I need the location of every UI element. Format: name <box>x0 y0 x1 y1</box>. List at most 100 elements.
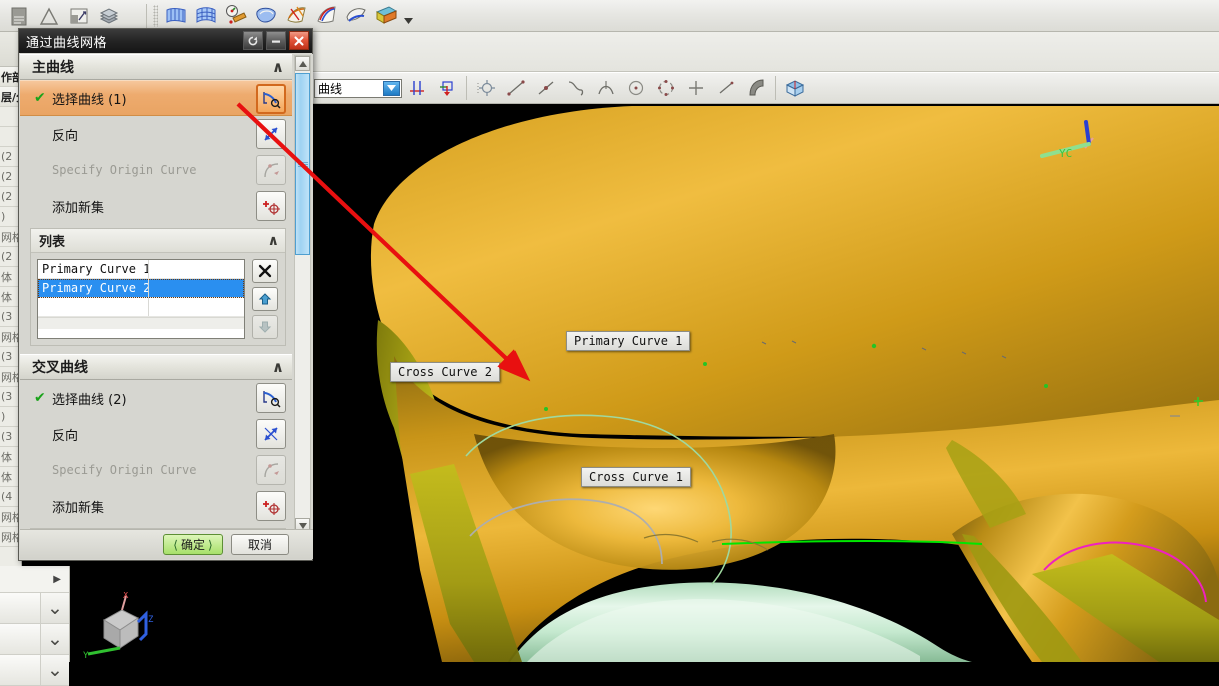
circle-icon[interactable] <box>621 73 651 103</box>
bounded-plane-icon[interactable] <box>311 1 341 31</box>
row-specify-origin-curve-primary: Specify Origin Curve <box>20 152 292 188</box>
solid-box-icon[interactable] <box>780 73 810 103</box>
dialog-body: 主曲线 ∧ ✔ 选择曲线 (1) <box>20 54 313 535</box>
select-curve-icon[interactable] <box>256 84 286 114</box>
datum-axis-icon[interactable] <box>402 73 432 103</box>
bottom-left-panels[interactable]: ▶ ⌄ ⌄ ⌄ <box>0 566 70 662</box>
move-down-button[interactable] <box>252 315 278 339</box>
curve-type-combo[interactable]: 曲线 <box>314 79 402 98</box>
add-new-set-icon[interactable] <box>256 491 286 521</box>
origin-curve-icon <box>256 455 286 485</box>
cancel-label: 取消 <box>248 536 272 553</box>
primary-curve-list-box: 列表 ∧ Primary Curve 1 Primary Curve 2 <box>30 228 286 346</box>
ok-button[interactable]: ⟨ 确定 ⟩ <box>163 534 223 555</box>
collapsed-panel-3[interactable]: ⌄ <box>0 655 69 686</box>
toolbar-overflow-caret[interactable] <box>401 1 415 31</box>
datum-csys-icon[interactable] <box>432 73 462 103</box>
row-reverse-direction-primary[interactable]: 反向 <box>20 116 292 152</box>
move-up-button[interactable] <box>252 287 278 311</box>
row-add-new-set-cross[interactable]: 添加新集 <box>20 488 292 524</box>
point-icon[interactable] <box>681 73 711 103</box>
dialog-titlebar[interactable]: 通过曲线网格 <box>19 29 312 53</box>
row-specify-origin-curve-cross: Specify Origin Curve <box>20 452 292 488</box>
layers-icon[interactable] <box>94 1 124 31</box>
row-label: 添加新集 <box>52 497 104 516</box>
arc-icon[interactable] <box>591 73 621 103</box>
section-header-primary-curves[interactable]: 主曲线 ∧ <box>20 54 292 80</box>
line-icon[interactable] <box>501 73 531 103</box>
section-body-primary-curves: ✔ 选择曲线 (1) 反向 <box>20 80 292 346</box>
ellipse-icon[interactable] <box>651 73 681 103</box>
studio-surface-icon[interactable] <box>221 1 251 31</box>
collapsed-panel-2[interactable]: ⌄ <box>0 624 69 655</box>
scroll-up-button[interactable] <box>295 56 310 71</box>
sheet-icon[interactable] <box>4 1 34 31</box>
minimize-button[interactable] <box>266 31 286 50</box>
list-inner-primary: Primary Curve 1 Primary Curve 2 <box>31 253 285 345</box>
through-curve-mesh-icon[interactable] <box>191 1 221 31</box>
panel-expand-row[interactable]: ▶ <box>0 566 69 593</box>
application-root: Primary Curve 1 Cross Curve 2 Cross Curv… <box>0 0 1219 662</box>
scrollbar-grip <box>298 162 308 167</box>
row-label: 添加新集 <box>52 197 104 216</box>
list-item-label: Primary Curve 1 <box>38 262 148 276</box>
point-line-icon[interactable] <box>531 73 561 103</box>
list-item[interactable]: Primary Curve 2 <box>38 279 244 298</box>
surface-gold-upper <box>371 106 1219 437</box>
axis-label-y: Y <box>83 651 89 661</box>
collapse-chevron-icon[interactable]: ∧ <box>272 58 284 76</box>
ok-prefix-glyph: ⟨ <box>173 538 178 552</box>
chevron-down-icon[interactable] <box>383 81 400 96</box>
chevron-down-icon[interactable]: ⌄ <box>40 593 69 623</box>
orientation-cube[interactable]: X Y Z <box>82 592 172 662</box>
cone-icon[interactable] <box>34 1 64 31</box>
offset-surface-icon[interactable] <box>341 1 371 31</box>
collapse-chevron-icon[interactable]: ∧ <box>268 233 279 249</box>
n-sided-surface-icon[interactable] <box>251 1 281 31</box>
list-item[interactable]: Primary Curve 1 <box>38 260 244 279</box>
chevron-down-icon[interactable]: ⌄ <box>40 655 69 685</box>
reverse-direction-icon[interactable] <box>256 419 286 449</box>
expand-arrow-icon[interactable]: ▶ <box>53 574 61 585</box>
curve-type-combo-value: 曲线 <box>315 80 342 97</box>
row-label: Specify Origin Curve <box>52 463 197 477</box>
list-item-label: Primary Curve 2 <box>38 281 148 295</box>
reverse-direction-icon[interactable] <box>256 119 286 149</box>
toolbar-grip[interactable] <box>153 5 158 27</box>
cancel-button[interactable]: 取消 <box>231 534 289 555</box>
spline-icon[interactable] <box>561 73 591 103</box>
through-curve-mesh-dialog[interactable]: 通过曲线网格 主曲线 ∧ <box>18 28 313 561</box>
collapsed-panel-1[interactable]: ⌄ <box>0 593 69 624</box>
primary-list-tools[interactable] <box>245 259 279 339</box>
row-reverse-direction-cross[interactable]: 反向 <box>20 416 292 452</box>
dialog-title: 通过曲线网格 <box>26 32 107 51</box>
offset-curve-icon[interactable] <box>741 73 771 103</box>
row-select-curve-primary[interactable]: ✔ 选择曲线 (1) <box>20 80 292 116</box>
list-footer <box>38 317 244 329</box>
remove-button[interactable] <box>252 259 278 283</box>
column-divider <box>148 260 149 278</box>
trim-sheet-icon[interactable] <box>281 1 311 31</box>
row-add-new-set-primary[interactable]: 添加新集 <box>20 188 292 224</box>
primary-curve-list[interactable]: Primary Curve 1 Primary Curve 2 <box>37 259 245 339</box>
close-button[interactable] <box>289 31 309 50</box>
list-header-primary[interactable]: 列表 ∧ <box>31 229 285 253</box>
scrollbar-thumb[interactable] <box>295 73 310 255</box>
section-header-cross-curves[interactable]: 交叉曲线 ∧ <box>20 354 292 380</box>
thicken-icon[interactable] <box>371 1 401 31</box>
drafting-icon[interactable] <box>64 1 94 31</box>
ruled-surface-icon[interactable] <box>161 1 191 31</box>
select-curve-icon[interactable] <box>256 383 286 413</box>
collapse-chevron-icon[interactable]: ∧ <box>272 358 284 376</box>
dialog-window-buttons[interactable] <box>243 31 309 50</box>
row-label: 选择曲线 (2) <box>52 389 127 408</box>
move-object-icon[interactable] <box>471 73 501 103</box>
row-select-curve-cross[interactable]: ✔ 选择曲线 (2) <box>20 380 292 416</box>
dialog-scrollbar[interactable] <box>294 55 311 534</box>
basic-curve-icon[interactable] <box>711 73 741 103</box>
reset-button[interactable] <box>243 31 263 50</box>
add-new-set-icon[interactable] <box>256 191 286 221</box>
list-item[interactable] <box>38 298 244 317</box>
dialog-scroll-content: 主曲线 ∧ ✔ 选择曲线 (1) <box>20 54 292 535</box>
chevron-down-icon[interactable]: ⌄ <box>40 624 69 654</box>
